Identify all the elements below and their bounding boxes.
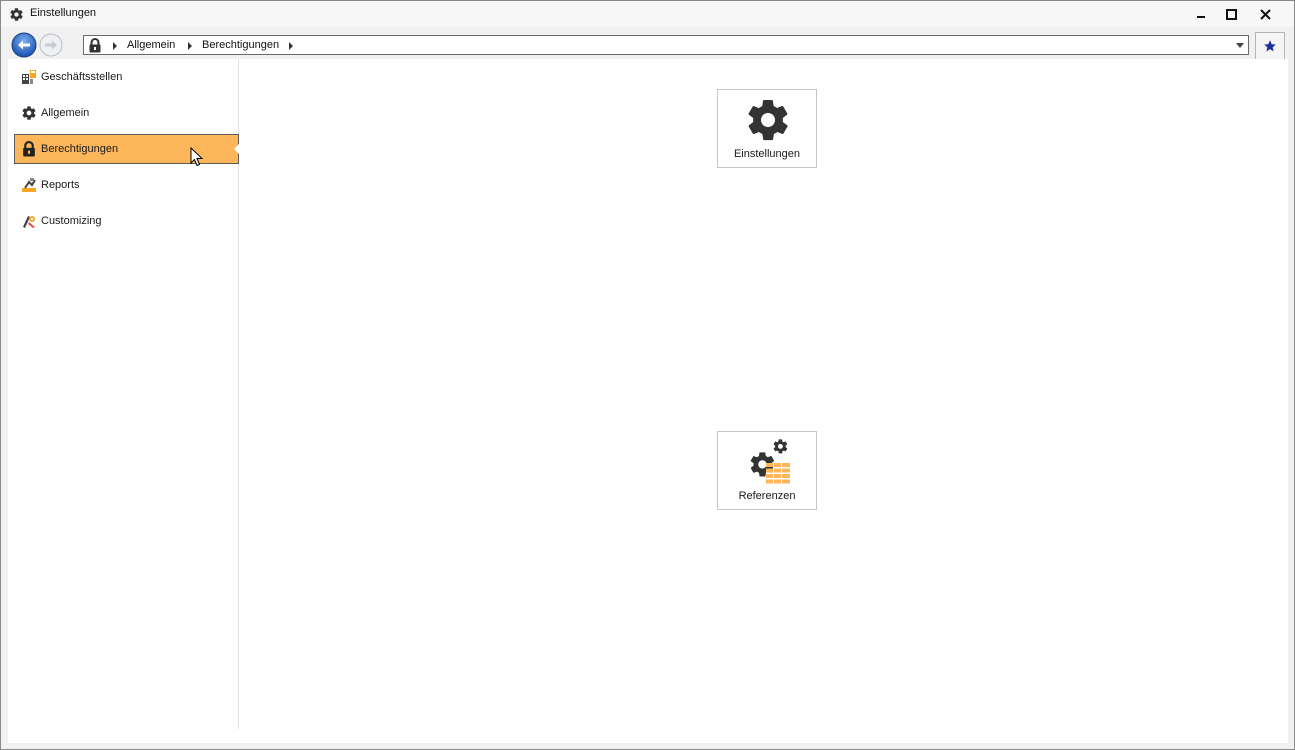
breadcrumb-allgemein[interactable]: Allgemein (127, 39, 175, 51)
sidebar-item-label: Reports (41, 179, 80, 191)
sidebar-item-allgemein[interactable]: Allgemein (14, 98, 239, 128)
tile-label: Einstellungen (733, 148, 801, 160)
tile-einstellungen[interactable]: Einstellungen (717, 89, 817, 168)
sidebar-item-berechtigungen[interactable]: Berechtigungen (14, 134, 239, 167)
lock-icon (88, 38, 102, 53)
sidebar-item-label: Geschäftsstellen (41, 71, 123, 83)
sidebar-item-label: Berechtigungen (41, 143, 119, 155)
lock-icon (21, 141, 37, 157)
chevron-down-icon[interactable] (1236, 43, 1244, 48)
minimize-icon (1197, 16, 1205, 18)
active-indicator (234, 144, 239, 154)
tile-referenzen[interactable]: Referenzen (717, 431, 817, 510)
sidebar-item-geschaeftsstellen[interactable]: Geschäftsstellen (14, 62, 239, 92)
app-window: Einstellungen Allgemein Berechtigungen G… (0, 0, 1295, 750)
forward-button[interactable] (39, 33, 63, 57)
report-icon (21, 177, 37, 193)
sidebar-item-reports[interactable]: Reports (14, 170, 239, 200)
content-area: Geschäftsstellen Allgemein Berechtigunge… (8, 59, 1288, 743)
gear-icon (21, 105, 37, 121)
maximize-button[interactable] (1216, 1, 1246, 27)
address-bar[interactable]: Allgemein Berechtigungen (83, 35, 1249, 55)
breadcrumb-separator-icon (289, 42, 293, 50)
favorites-button[interactable] (1255, 32, 1285, 60)
back-button[interactable] (11, 32, 37, 58)
maximize-icon (1225, 8, 1237, 20)
references-icon (744, 438, 792, 486)
gear-icon (744, 96, 792, 144)
title-bar: Einstellungen (1, 1, 1294, 27)
close-icon (1259, 8, 1271, 20)
customizing-icon (21, 213, 37, 229)
sidebar-item-customizing[interactable]: Customizing (14, 206, 239, 236)
building-icon (21, 69, 37, 85)
breadcrumb-berechtigungen[interactable]: Berechtigungen (202, 39, 279, 51)
forward-arrow-icon (39, 33, 63, 57)
window-title: Einstellungen (30, 7, 97, 19)
sidebar-item-label: Customizing (41, 215, 102, 227)
close-button[interactable] (1250, 1, 1280, 27)
breadcrumb-separator-icon (188, 42, 192, 50)
minimize-button[interactable] (1186, 1, 1216, 27)
sidebar-item-label: Allgemein (41, 107, 90, 119)
breadcrumb-separator-icon (113, 42, 117, 50)
mouse-cursor-icon (190, 146, 204, 167)
sidebar: Geschäftsstellen Allgemein Berechtigunge… (8, 59, 239, 729)
back-arrow-icon (11, 32, 37, 58)
navigation-bar: Allgemein Berechtigungen (1, 31, 1294, 60)
tile-label: Referenzen (738, 490, 796, 502)
star-icon (1264, 40, 1276, 52)
gear-icon (9, 7, 24, 22)
